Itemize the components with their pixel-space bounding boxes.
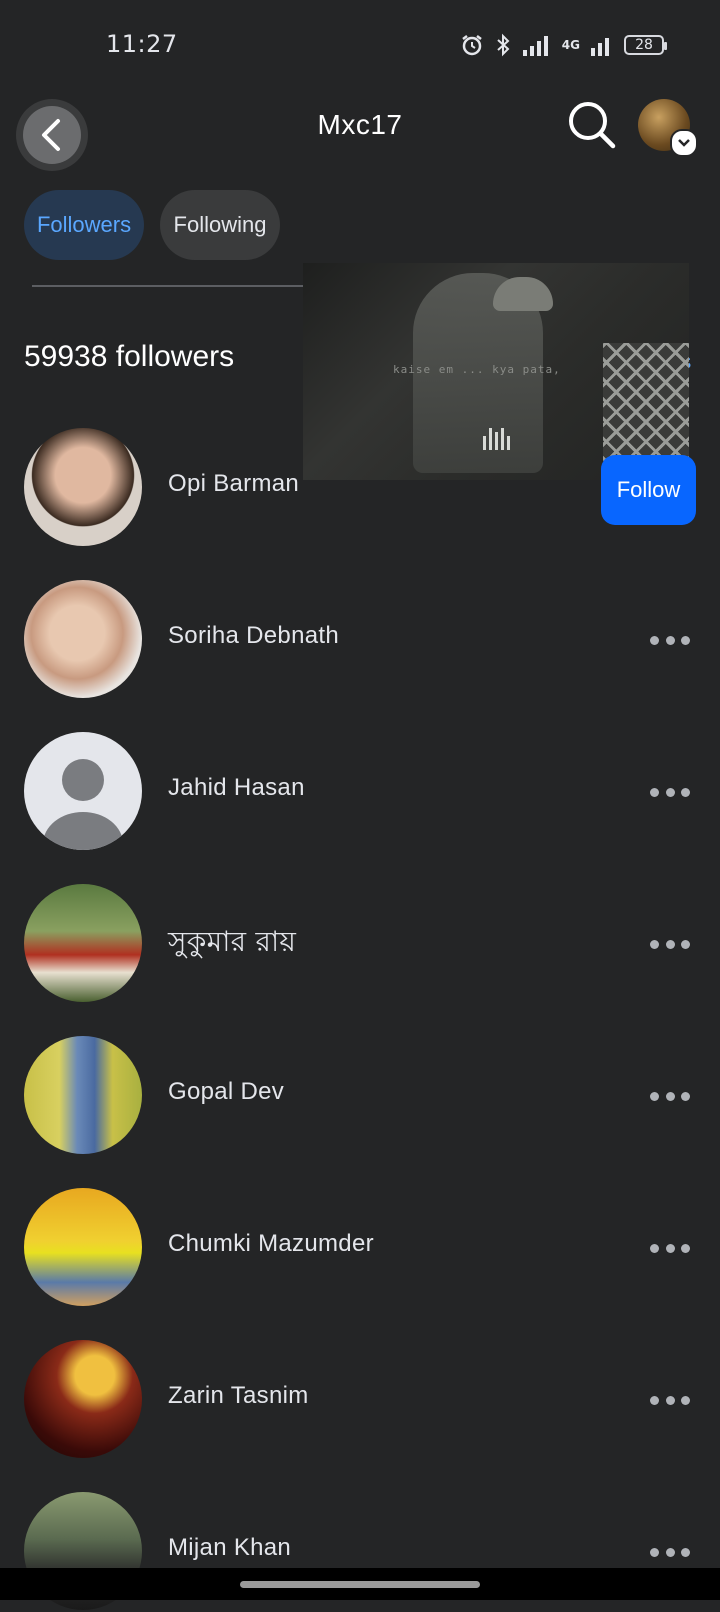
bluetooth-icon xyxy=(497,33,510,57)
list-item[interactable]: Gopal Dev xyxy=(0,1036,720,1156)
follower-name[interactable]: Soriha Debnath xyxy=(168,622,339,650)
more-options-button[interactable] xyxy=(650,1390,690,1410)
follow-button[interactable]: Follow xyxy=(601,455,696,525)
avatar[interactable] xyxy=(24,884,142,1002)
more-options-button[interactable] xyxy=(650,1238,690,1258)
battery-indicator: 28 xyxy=(624,35,667,55)
follower-name[interactable]: Jahid Hasan xyxy=(168,774,305,802)
header: Mxc17 xyxy=(0,85,720,175)
alarm-icon xyxy=(462,35,482,56)
more-options-button[interactable] xyxy=(650,630,690,650)
status-time: 11:27 xyxy=(106,30,178,58)
avatar[interactable] xyxy=(24,1340,142,1458)
signal-icon xyxy=(522,36,548,56)
list-item[interactable]: Zarin Tasnim xyxy=(0,1340,720,1460)
follower-name[interactable]: Opi Barman xyxy=(168,470,299,498)
list-item[interactable]: Soriha Debnath xyxy=(0,580,720,700)
network-type-label: 4G xyxy=(561,38,580,52)
tab-divider xyxy=(32,285,322,287)
more-options-button[interactable] xyxy=(650,1542,690,1562)
status-icons: 4G 28 xyxy=(460,33,667,57)
avatar[interactable] xyxy=(24,1036,142,1154)
video-caption: kaise em ... kya pata, xyxy=(393,363,561,376)
list-item[interactable]: Opi Barman Follow xyxy=(0,428,720,548)
home-indicator[interactable] xyxy=(240,1581,480,1588)
system-nav-bar xyxy=(0,1568,720,1600)
tab-bar: Followers Following xyxy=(24,190,280,260)
avatar[interactable] xyxy=(24,580,142,698)
signal-2-icon xyxy=(591,38,609,56)
search-button[interactable] xyxy=(566,99,618,151)
list-item[interactable]: Chumki Mazumder xyxy=(0,1188,720,1308)
avatar[interactable] xyxy=(24,1188,142,1306)
follower-name[interactable]: সুকুমার রায় xyxy=(168,920,296,967)
tab-followers[interactable]: Followers xyxy=(24,190,144,260)
video-frame-hat xyxy=(493,277,553,311)
tab-following[interactable]: Following xyxy=(160,190,280,260)
follower-name[interactable]: Chumki Mazumder xyxy=(168,1230,374,1258)
more-options-button[interactable] xyxy=(650,782,690,802)
avatar[interactable] xyxy=(24,428,142,546)
profile-avatar-button[interactable] xyxy=(638,99,698,157)
list-item[interactable]: Jahid Hasan xyxy=(0,732,720,852)
followers-count: 59938 followers xyxy=(24,340,235,373)
search-icon xyxy=(569,102,616,149)
list-item[interactable]: সুকুমার রায় xyxy=(0,884,720,1004)
follower-name[interactable]: Mijan Khan xyxy=(168,1534,291,1562)
follower-name[interactable]: Zarin Tasnim xyxy=(168,1382,309,1410)
chevron-down-icon xyxy=(670,129,698,157)
follower-name[interactable]: Gopal Dev xyxy=(168,1078,284,1106)
status-bar: 11:27 4G 28 xyxy=(0,0,720,95)
more-options-button[interactable] xyxy=(650,934,690,954)
more-options-button[interactable] xyxy=(650,1086,690,1106)
default-avatar-icon xyxy=(43,759,123,850)
avatar[interactable] xyxy=(24,732,142,850)
